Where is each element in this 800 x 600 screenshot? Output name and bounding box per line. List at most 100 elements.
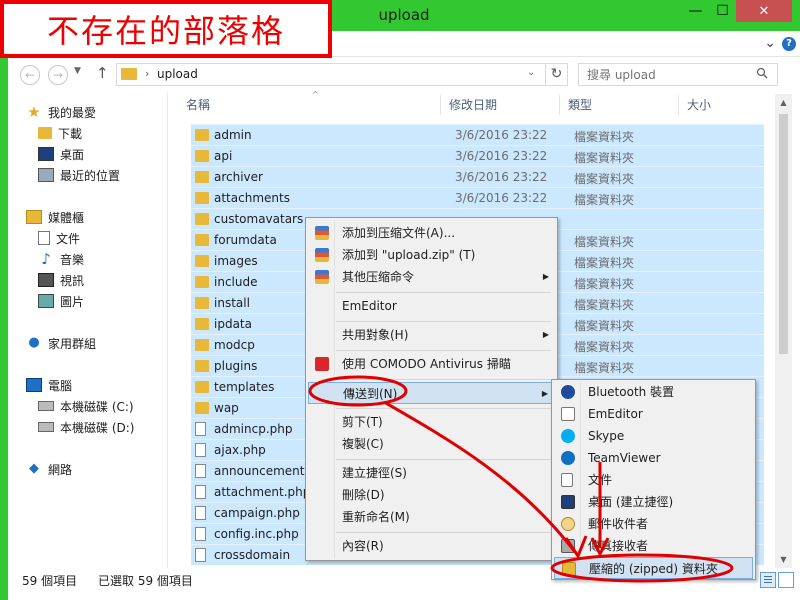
nav-recent[interactable]: 最近的位置 [38,165,120,185]
file-row[interactable]: api 3/6/2016 23:22 檔案資料夾 [191,145,764,166]
nav-downloads[interactable]: 下載 [38,123,82,143]
nav-label: 本機磁碟 (D:) [60,420,135,435]
nav-network[interactable]: ◆ 網路 [26,459,72,479]
menu-item-copy[interactable]: 複製(C) [308,433,555,455]
large-icons-view-button[interactable] [778,572,794,588]
folder-icon [195,297,209,309]
file-date: 3/6/2016 23:22 [455,149,548,163]
folder-icon [195,192,209,204]
vertical-scrollbar[interactable]: ▲ ▼ [775,94,792,568]
details-view-button[interactable] [760,572,776,588]
menu-label: 剪下(T) [342,415,383,429]
nav-libraries[interactable]: 媒體櫃 [26,207,84,227]
address-bar[interactable]: › upload ⌄ ↻ [116,63,568,86]
minimize-button[interactable]: — [682,0,709,22]
file-type: 檔案資料夾 [574,172,635,186]
nav-documents[interactable]: 文件 [38,228,80,248]
submenu-arrow-icon: ▶ [541,389,548,398]
menu-label: 複製(C) [342,437,384,451]
menu-item-comodo[interactable]: 使用 COMODO Antivirus 掃瞄 [308,353,555,375]
menu-item-emeditor[interactable]: EmEditor [308,295,555,317]
ribbon-expand-chevron-icon[interactable]: ⌄ [764,35,776,51]
help-icon[interactable]: ? [782,37,796,51]
close-button[interactable]: ✕ [736,0,792,22]
scroll-down-icon[interactable]: ▼ [775,551,792,568]
file-icon [195,485,206,499]
scroll-up-icon[interactable]: ▲ [775,94,792,111]
column-date[interactable]: 修改日期 [441,92,559,118]
forward-button[interactable]: → [48,65,68,85]
sendto-emeditor[interactable]: EmEditor [554,403,753,425]
sendto-zip[interactable]: 壓縮的 (zipped) 資料夾 [554,557,753,579]
menu-item-delete[interactable]: 刪除(D) [308,484,555,506]
menu-item-add-zip[interactable]: 添加到 "upload.zip" (T) [308,244,555,266]
sendto-bluetooth[interactable]: Bluetooth 裝置 [554,381,753,403]
sendto-fax[interactable]: 傳真接收者 [554,535,753,557]
submenu-arrow-icon: ▶ [542,330,549,339]
scroll-thumb[interactable] [779,114,788,354]
menu-label: Skype [588,429,625,443]
recent-locations-chevron-icon[interactable]: ▼ [74,66,81,76]
sendto-desktop[interactable]: 桌面 (建立捷徑) [554,491,753,513]
refresh-icon[interactable]: ↻ [545,64,567,85]
file-name: install [214,296,250,310]
menu-item-properties[interactable]: 內容(R) [308,535,555,557]
up-arrow-icon[interactable]: ↑ [96,64,109,82]
file-row[interactable]: admin 3/6/2016 23:22 檔案資料夾 [191,124,764,145]
maximize-button[interactable]: ☐ [709,0,736,22]
sendto-documents[interactable]: 文件 [554,469,753,491]
file-type: 檔案資料夾 [574,235,635,249]
nav-music[interactable]: ♪ 音樂 [38,249,84,269]
menu-divider [336,321,551,322]
nav-label: 家用群組 [48,336,97,351]
menu-divider [336,532,551,533]
nav-label: 本機磁碟 (C:) [60,399,134,414]
nav-desktop[interactable]: 桌面 [38,144,84,164]
nav-pictures[interactable]: 圖片 [38,291,84,311]
menu-item-send-to[interactable]: 傳送到(N) ▶ [308,382,555,404]
file-name: crossdomain [214,548,291,562]
menu-label: Bluetooth 裝置 [588,385,675,399]
winrar-icon [315,248,329,262]
menu-item-cut[interactable]: 剪下(T) [308,411,555,433]
file-type: 檔案資料夾 [574,151,635,165]
column-size[interactable]: 大小 [679,92,769,118]
sendto-mail[interactable]: 郵件收件者 [554,513,753,535]
search-icon[interactable] [756,67,768,79]
file-row[interactable]: archiver 3/6/2016 23:22 檔案資料夾 [191,166,764,187]
submenu-arrow-icon: ▶ [542,272,549,281]
menu-item-share[interactable]: 共用對象(H) ▶ [308,324,555,346]
file-type: 檔案資料夾 [574,130,635,144]
folder-icon [195,255,209,267]
nav-label: 音樂 [60,252,85,267]
address-row: ← → ▼ ↑ › upload ⌄ ↻ [8,58,800,90]
search-input[interactable] [578,63,778,86]
menu-item-other-compress[interactable]: 其他压缩命令 ▶ [308,266,555,288]
nav-videos[interactable]: 視訊 [38,270,84,290]
drive-icon [38,401,54,411]
breadcrumb-chevron-icon[interactable]: › [145,67,149,80]
menu-item-shortcut[interactable]: 建立捷徑(S) [308,462,555,484]
column-name[interactable]: 名稱 [178,92,440,118]
column-type[interactable]: 類型 [560,92,678,118]
sendto-skype[interactable]: Skype [554,425,753,447]
file-icon [195,443,206,457]
nav-homegroup[interactable]: ● 家用群組 [26,333,96,353]
menu-item-rename[interactable]: 重新命名(M) [308,506,555,528]
back-button[interactable]: ← [20,65,40,85]
nav-drive-d[interactable]: 本機磁碟 (D:) [38,417,134,437]
sendto-teamviewer[interactable]: TeamViewer [554,447,753,469]
breadcrumb-upload[interactable]: upload [157,67,198,81]
network-icon: ◆ [29,461,39,476]
folder-icon [121,68,137,80]
folder-icon [38,127,52,139]
address-dropdown-icon[interactable]: ⌄ [527,67,535,78]
menu-item-add-archive[interactable]: 添加到压缩文件(A)... [308,222,555,244]
nav-favorites[interactable]: ★ 我的最愛 [26,102,96,122]
file-icon [195,527,206,541]
recent-places-icon [38,168,54,182]
nav-computer[interactable]: 電腦 [26,375,72,395]
homegroup-icon: ● [28,335,40,350]
file-row[interactable]: attachments 3/6/2016 23:22 檔案資料夾 [191,187,764,208]
nav-drive-c[interactable]: 本機磁碟 (C:) [38,396,134,416]
